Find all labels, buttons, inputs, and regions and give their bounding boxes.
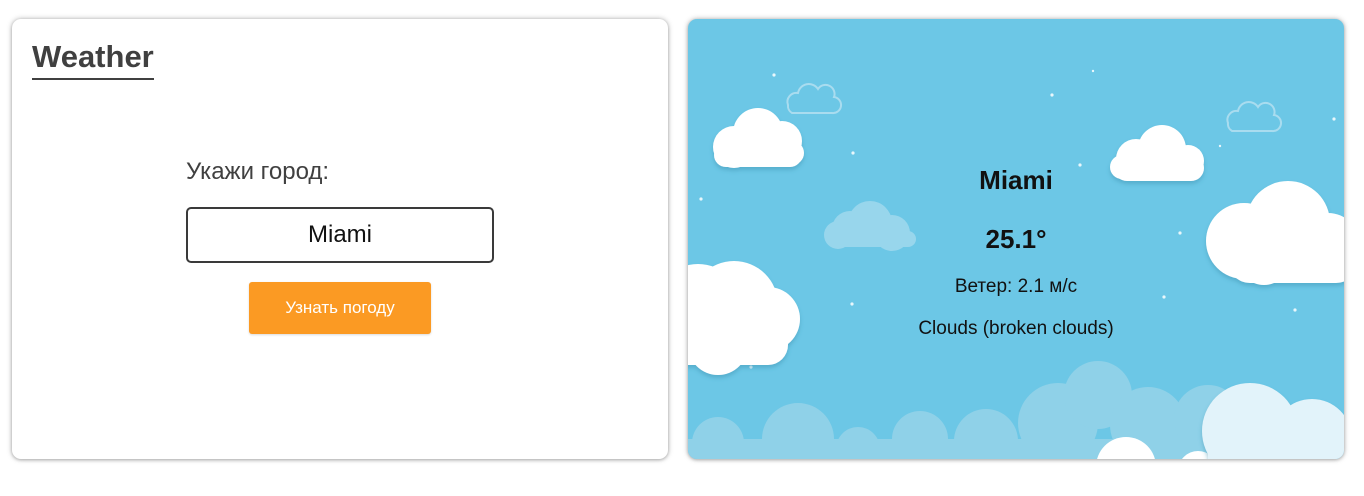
weather-city: Miami: [979, 165, 1053, 195]
weather-temperature: 25.1°: [985, 224, 1047, 254]
search-panel: Weather Укажи город: Узнать погоду: [12, 19, 668, 459]
city-input[interactable]: [186, 207, 494, 263]
get-weather-button[interactable]: Узнать погоду: [249, 282, 431, 334]
weather-description: Clouds (broken clouds): [918, 318, 1114, 339]
weather-info: Miami 25.1° Ветер: 2.1 м/с Clouds (broke…: [688, 19, 1344, 459]
weather-panel: Miami 25.1° Ветер: 2.1 м/с Clouds (broke…: [688, 19, 1344, 459]
weather-wind: Ветер: 2.1 м/с: [954, 276, 1078, 297]
app-title: Weather: [32, 39, 154, 80]
city-label: Укажи город:: [186, 158, 330, 185]
